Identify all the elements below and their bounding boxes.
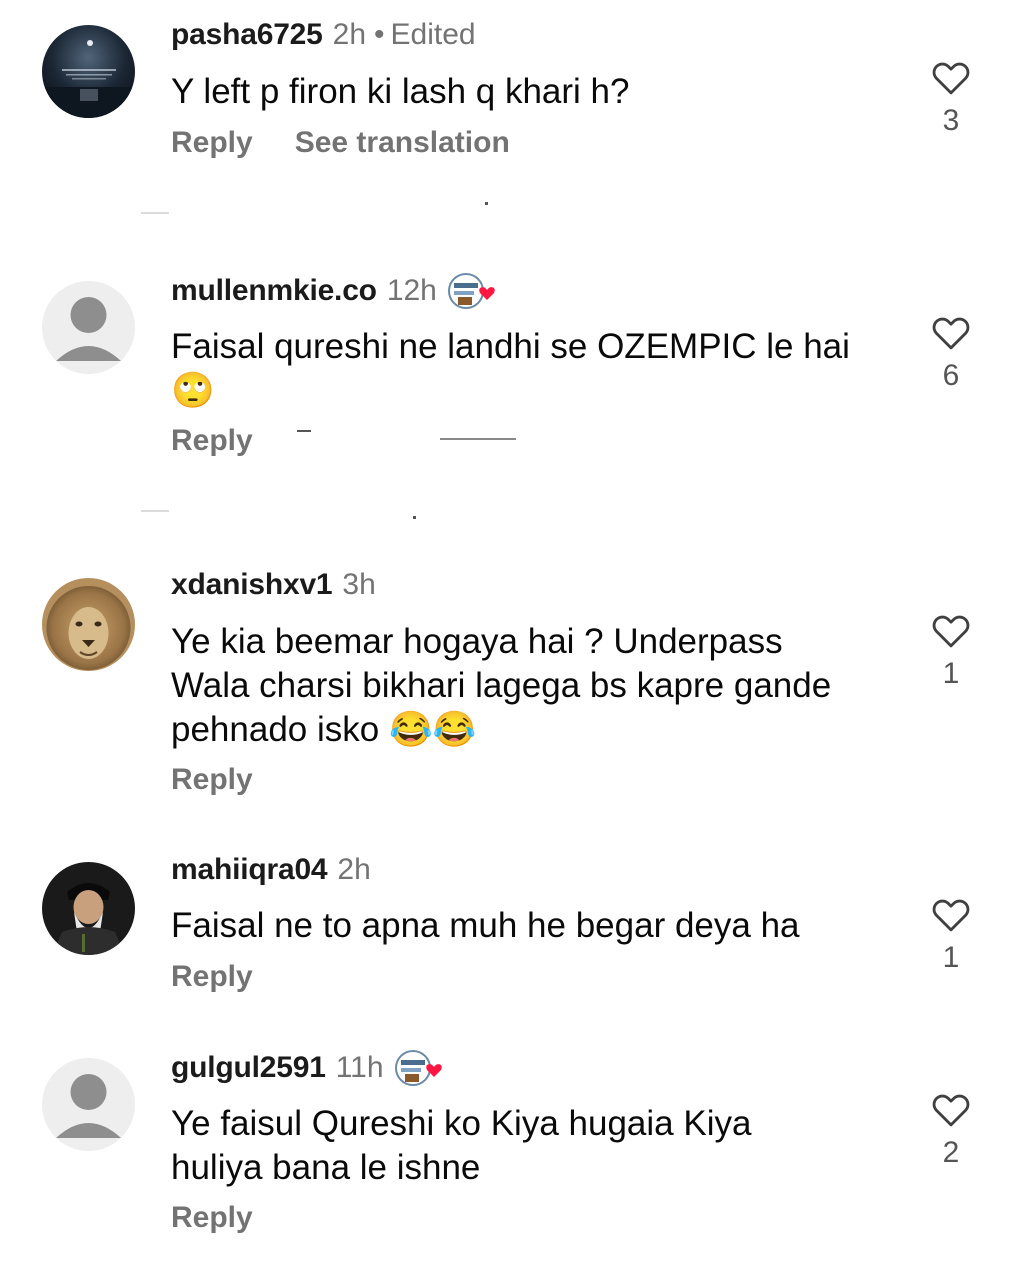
user-avatar[interactable] xyxy=(42,578,135,671)
username[interactable]: pasha6725 xyxy=(171,18,323,52)
heart-icon[interactable] xyxy=(931,1090,971,1128)
default-avatar-icon xyxy=(42,281,135,374)
timestamp: 11h xyxy=(335,1051,384,1084)
edited-label: Edited xyxy=(390,18,476,51)
timestamp: 2h xyxy=(337,853,371,886)
heart-icon[interactable] xyxy=(931,611,971,649)
profile-badge-icon xyxy=(447,270,505,312)
night-sea-avatar-icon xyxy=(42,25,135,118)
username[interactable]: xdanishxv1 xyxy=(171,568,333,602)
like-count: 2 xyxy=(942,1136,960,1169)
default-avatar-icon xyxy=(42,1058,135,1151)
profile-badge-icon xyxy=(394,1047,452,1089)
comment-text: Faisal ne to apna muh he begar deya ha xyxy=(171,906,800,945)
divider xyxy=(440,438,516,440)
comment-text: Ye kia beemar hogaya hai ? Underpass Wal… xyxy=(171,622,832,749)
comment-text: Faisal qureshi ne landhi se OZEMPIC le h… xyxy=(171,327,850,410)
like-count: 1 xyxy=(942,941,960,974)
reply-button[interactable]: Reply xyxy=(171,763,253,797)
divider xyxy=(413,516,416,519)
divider xyxy=(485,202,488,205)
like-count: 6 xyxy=(942,359,960,392)
like-count: 3 xyxy=(942,104,960,137)
user-avatar[interactable] xyxy=(42,25,135,118)
see-translation-button[interactable]: See translation xyxy=(295,126,510,160)
username[interactable]: gulgul2591 xyxy=(171,1051,326,1085)
reply-button[interactable]: Reply xyxy=(171,960,253,994)
divider xyxy=(297,430,311,432)
comment-text: Ye faisul Qureshi ko Kiya hugaia Kiya hu… xyxy=(171,1104,752,1187)
reply-button[interactable]: Reply xyxy=(171,126,253,160)
username[interactable]: mullenmkie.co xyxy=(171,274,377,308)
reply-button[interactable]: Reply xyxy=(171,1201,253,1235)
bearded-man-avatar-icon xyxy=(42,862,135,955)
user-avatar[interactable] xyxy=(42,1058,135,1151)
timestamp: 2h xyxy=(332,18,367,51)
user-avatar[interactable] xyxy=(42,862,135,955)
username[interactable]: mahiiqra04 xyxy=(171,853,328,887)
divider xyxy=(141,510,169,512)
timestamp: 3h xyxy=(342,568,376,601)
lion-avatar-icon xyxy=(42,578,135,671)
comment-text: Y left p firon ki lash q khari h? xyxy=(171,72,630,111)
user-avatar[interactable] xyxy=(42,281,135,374)
reply-button[interactable]: Reply xyxy=(171,424,253,458)
heart-icon[interactable] xyxy=(931,895,971,933)
heart-icon[interactable] xyxy=(931,58,971,96)
timestamp: 12h xyxy=(386,274,437,307)
separator-dot: • xyxy=(374,18,385,51)
heart-icon[interactable] xyxy=(931,313,971,351)
like-count: 1 xyxy=(942,657,960,690)
divider xyxy=(141,212,169,214)
